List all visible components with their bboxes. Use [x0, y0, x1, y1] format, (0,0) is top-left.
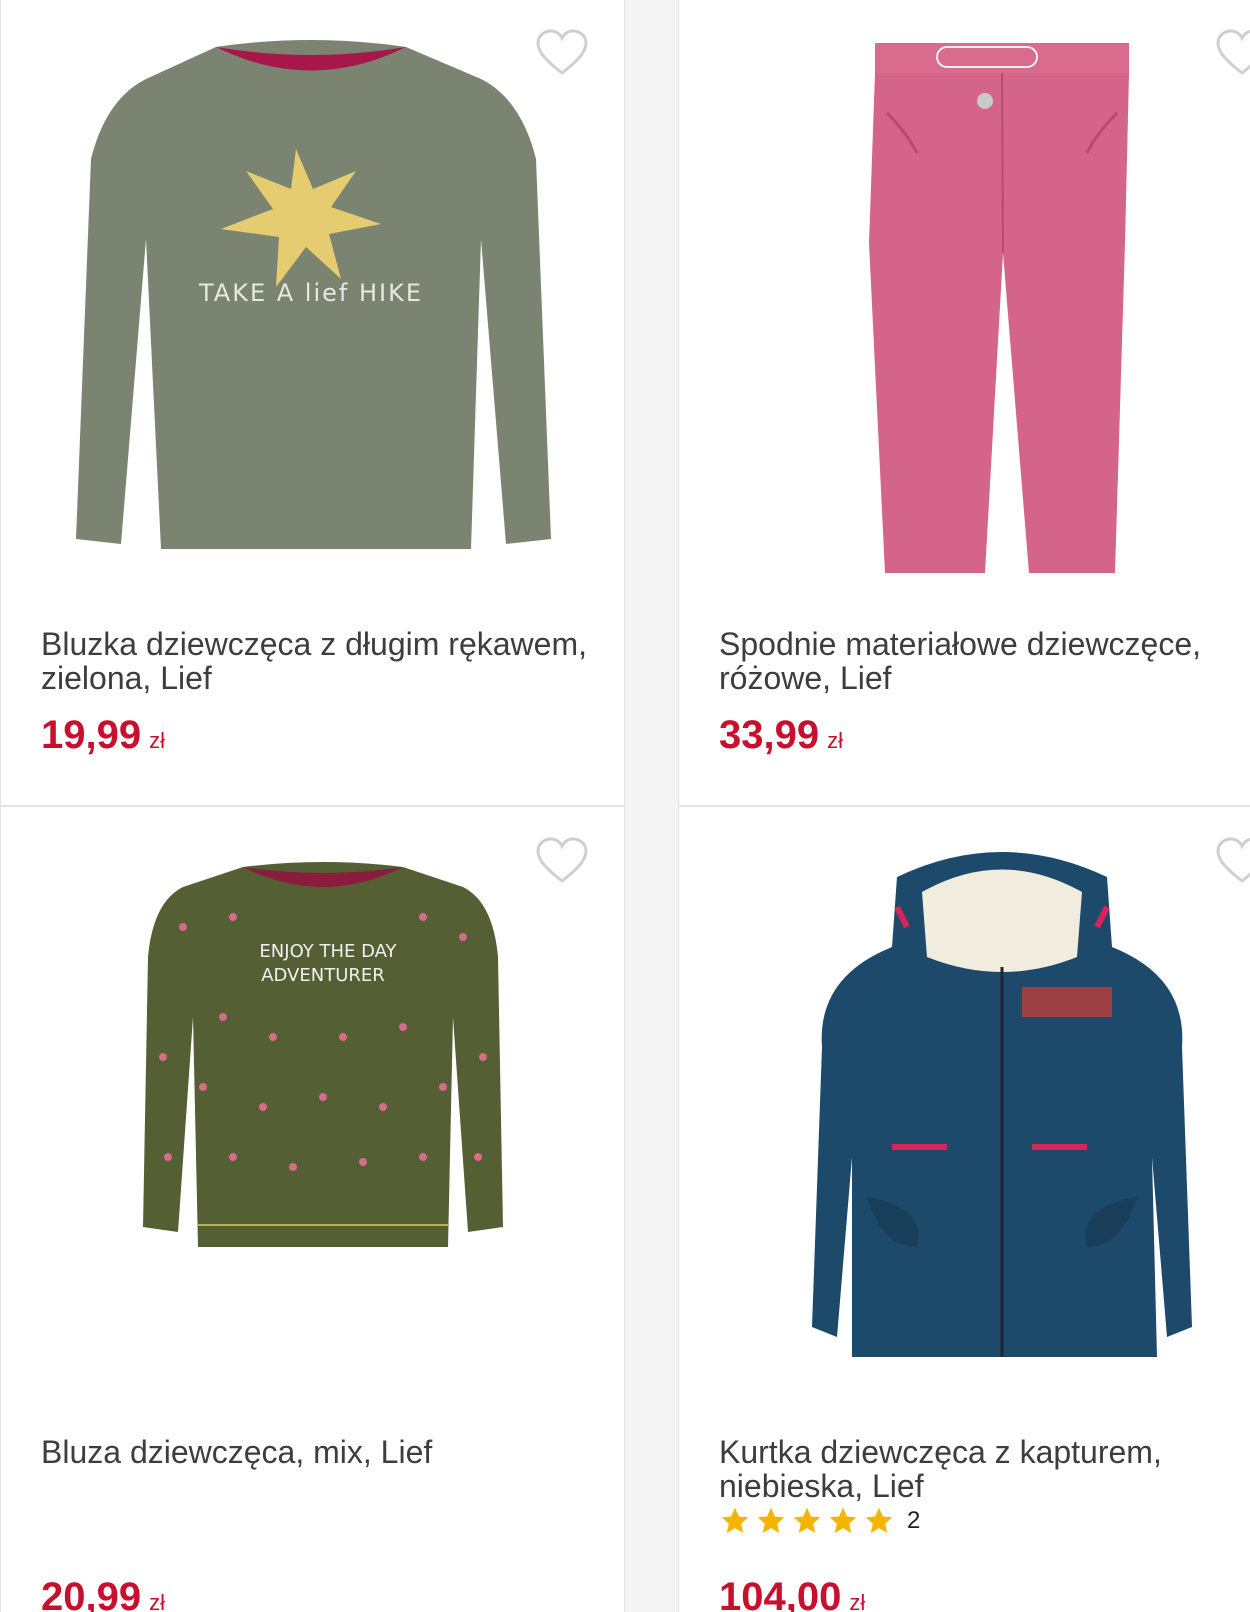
product-price: 104,00 zł	[719, 1575, 865, 1612]
product-card[interactable]: TAKE A lief HIKE Bluzka dziewczęca z dłu…	[0, 0, 625, 806]
product-image[interactable]	[679, 807, 1250, 1427]
price-currency: zł	[849, 1590, 866, 1612]
wishlist-heart-icon[interactable]	[1216, 837, 1250, 885]
price-currency: zł	[149, 1590, 165, 1612]
wishlist-heart-icon[interactable]	[536, 29, 588, 77]
product-rating: 2	[719, 1505, 920, 1537]
product-price: 19,99 zł	[41, 713, 165, 763]
product-grid: TAKE A lief HIKE Bluzka dziewczęca z dłu…	[0, 0, 1250, 1612]
product-price: 20,99 zł	[41, 1575, 165, 1612]
star-icon	[757, 1507, 785, 1533]
product-price: 33,99 zł	[719, 713, 843, 763]
product-title[interactable]: Spodnie materiałowe dziewczęce, różowe, …	[719, 627, 1250, 695]
price-currency: zł	[827, 728, 843, 753]
price-value: 19,99	[41, 713, 142, 757]
product-title[interactable]: Bluza dziewczęca, mix, Lief	[41, 1435, 601, 1469]
product-image[interactable]: TAKE A lief HIKE	[1, 0, 624, 619]
price-value: 33,99	[719, 713, 820, 757]
pants-image	[869, 43, 1129, 573]
price-value: 20,99	[41, 1575, 142, 1612]
product-card[interactable]: Spodnie materiałowe dziewczęce, różowe, …	[678, 0, 1250, 806]
sweatshirt-print-text-2: ADVENTURER	[261, 965, 385, 986]
sweatshirt-print-text-1: ENJOY THE DAY	[259, 941, 397, 962]
long-sleeve-shirt-image: TAKE A lief HIKE	[76, 40, 551, 549]
product-image[interactable]	[679, 0, 1250, 619]
hooded-jacket-image	[812, 852, 1192, 1357]
product-image[interactable]: ENJOY THE DAY ADVENTURER	[1, 807, 624, 1427]
star-icon	[721, 1507, 749, 1533]
wishlist-heart-icon[interactable]	[536, 837, 588, 885]
price-currency: zł	[149, 728, 165, 753]
shirt-print-text: TAKE A lief HIKE	[198, 279, 423, 307]
product-title[interactable]: Kurtka dziewczęca z kapturem, niebieska,…	[719, 1435, 1250, 1503]
wishlist-heart-icon[interactable]	[1216, 29, 1250, 77]
sweatshirt-image: ENJOY THE DAY ADVENTURER	[143, 862, 503, 1247]
price-value: 104,00	[719, 1575, 842, 1612]
star-icon	[793, 1507, 821, 1533]
product-title[interactable]: Bluzka dziewczęca z długim rękawem, ziel…	[41, 627, 601, 695]
star-icon	[829, 1507, 857, 1533]
rating-count: 2	[907, 1507, 921, 1534]
star-icon	[865, 1507, 893, 1533]
product-card[interactable]: ENJOY THE DAY ADVENTURER Bluza dziewczęc…	[0, 806, 625, 1612]
product-card[interactable]: Kurtka dziewczęca z kapturem, niebieska,…	[678, 806, 1250, 1612]
